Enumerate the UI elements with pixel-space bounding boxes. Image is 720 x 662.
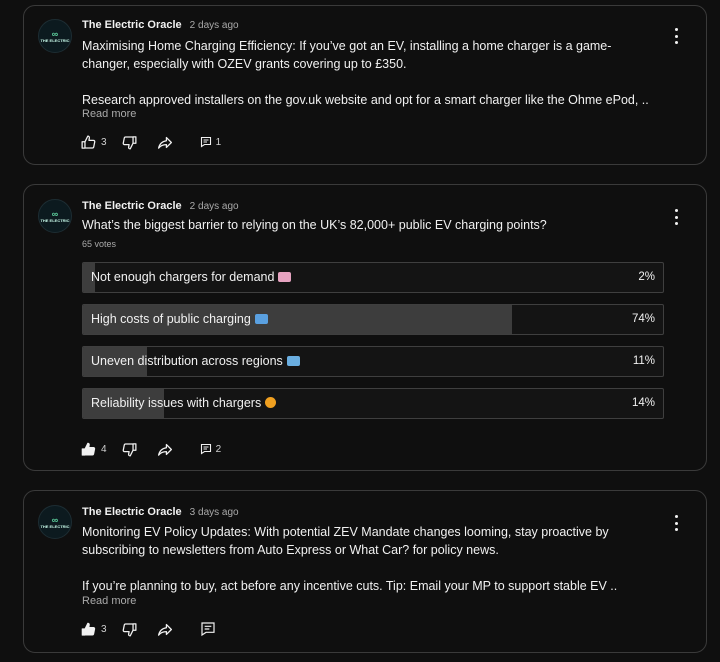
post-body: Maximising Home Charging Efficiency: If … [82,37,672,109]
comments-button[interactable] [200,621,220,637]
channel-avatar[interactable]: ∞ THE ELECTRIC [38,199,72,233]
like-button[interactable]: 4 [80,441,107,458]
avatar-logo-mark: ∞ [51,208,59,219]
avatar-logo-text: THE ELECTRIC [40,523,70,529]
poll-option-percent: 74% [631,313,655,325]
credit-card-emoji [254,314,268,324]
comment-count: 2 [215,443,222,455]
post-body-line [82,559,672,577]
thumbs-up-filled-icon [81,442,96,456]
dislike-button[interactable] [121,134,138,151]
poll-option[interactable]: Uneven distribution across regions 11% [82,346,664,377]
poll-option-percent: 2% [638,271,655,283]
dislike-button[interactable] [121,441,138,458]
read-more-link[interactable]: Read more [82,595,136,607]
read-more-link[interactable]: Read more [82,108,136,120]
poll-option-percent: 11% [632,355,655,367]
channel-avatar[interactable]: ∞ THE ELECTRIC [38,505,72,539]
comment-icon [200,136,211,148]
avatar-logo-mark: ∞ [51,514,59,525]
post-body-line: subscribing to newsletters from Auto Exp… [82,543,499,557]
comments-button[interactable]: 1 [200,136,222,148]
post-body-line: If you’re planning to buy, act before an… [82,579,618,593]
dislike-button[interactable] [121,621,138,638]
like-count: 3 [101,623,107,635]
community-post-1: ∞ THE ELECTRIC The Electric Oracle 2 day… [23,5,707,165]
post-timestamp[interactable]: 2 days ago [190,20,239,31]
poll-option-label: Not enough chargers for demand [91,270,275,284]
thumbs-up-icon [81,134,96,149]
poll-option-label: High costs of public charging [91,312,251,326]
thumbs-down-icon [122,622,137,637]
poll-option[interactable]: Not enough chargers for demand 2% [82,262,664,293]
community-post-2: ∞ THE ELECTRIC The Electric Oracle 2 day… [23,184,707,471]
like-button[interactable]: 3 [80,134,107,151]
comment-count: 1 [215,136,222,148]
community-post-3: ∞ THE ELECTRIC The Electric Oracle 3 day… [23,490,707,653]
poll-option[interactable]: High costs of public charging 74% [82,304,664,335]
avatar-logo-text: THE ELECTRIC [40,217,70,223]
post-body-line: Monitoring EV Policy Updates: With poten… [82,525,609,539]
share-button[interactable] [156,621,174,638]
thumbs-up-filled-icon [81,622,96,636]
post-author[interactable]: The Electric Oracle [82,506,182,518]
post-author[interactable]: The Electric Oracle [82,200,182,212]
poll-option-label: Uneven distribution across regions [91,354,283,368]
post-body-line [82,73,672,91]
thumbs-down-icon [122,442,137,457]
post-body-line: Maximising Home Charging Efficiency: If … [82,39,612,53]
poll-question: What’s the biggest barrier to relying on… [82,218,547,232]
post-timestamp[interactable]: 3 days ago [190,507,239,518]
comments-button[interactable]: 2 [200,443,222,455]
avatar-logo-text: THE ELECTRIC [40,37,70,43]
poll-option[interactable]: Reliability issues with chargers 14% [82,388,664,419]
post-author[interactable]: The Electric Oracle [82,19,182,31]
sad-face-emoji [265,397,277,408]
comment-icon [200,443,211,455]
poll-option-percent: 14% [631,397,655,409]
poll-vote-count: 65 votes [82,239,117,249]
chart-decreasing-emoji [278,272,292,282]
post-body-line: Research approved installers on the gov.… [82,93,649,107]
comment-icon [200,622,215,637]
avatar-logo-mark: ∞ [51,28,59,39]
share-button[interactable] [156,134,174,151]
like-count: 3 [101,136,107,148]
channel-avatar[interactable]: ∞ THE ELECTRIC [38,19,72,53]
share-icon [157,623,172,636]
post-body: Monitoring EV Policy Updates: With poten… [82,523,672,595]
thumbs-down-icon [122,135,137,150]
like-button[interactable]: 3 [80,621,107,638]
poll-option-label: Reliability issues with chargers [91,396,262,410]
map-emoji [286,356,300,366]
post-body-line: changer, especially with OZEV grants cov… [82,57,407,71]
share-icon [157,443,172,456]
post-timestamp[interactable]: 2 days ago [190,201,239,212]
share-icon [157,136,172,149]
share-button[interactable] [156,441,174,458]
like-count: 4 [101,443,107,455]
